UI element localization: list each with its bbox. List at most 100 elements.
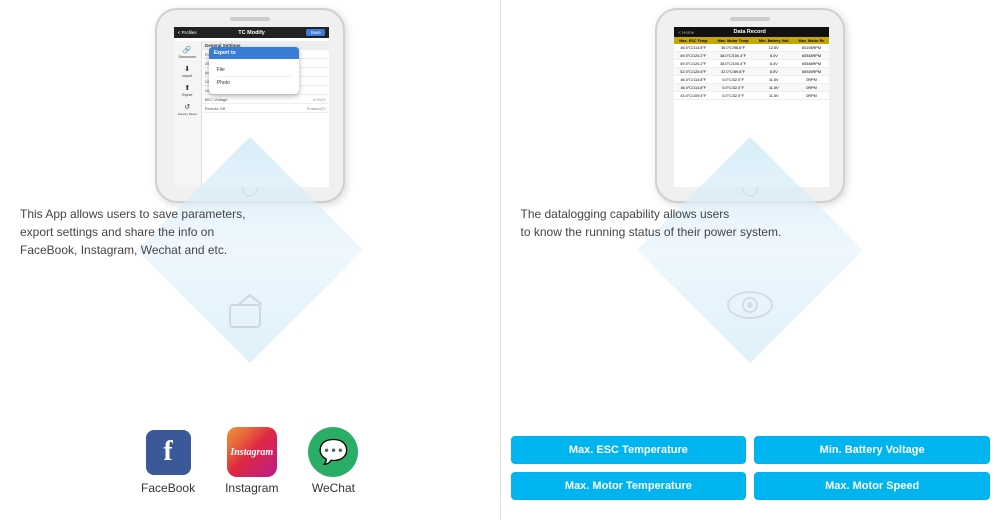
export-modal-title: Export to xyxy=(214,50,236,56)
right-description-text: The datalogging capability allows users … xyxy=(521,207,782,239)
table-cell: 65926RPM xyxy=(794,68,830,76)
right-description: The datalogging capability allows users … xyxy=(521,205,981,241)
table-row: 52.0°C/125.6°F32.0°C/89.6°F8.5V65926RPM xyxy=(674,68,829,76)
bec-voltage-value: 6.0V(*) xyxy=(313,97,325,102)
export-label: Export xyxy=(182,93,192,97)
sidebar-import[interactable]: ⬇ Import xyxy=(182,65,192,78)
wechat-icon: 💬 xyxy=(308,427,358,477)
facebook-icon-wrap: f xyxy=(143,427,193,477)
export-file-option[interactable]: File xyxy=(217,64,291,77)
table-cell: 8.5V xyxy=(754,68,794,76)
phone-side-button2 xyxy=(343,80,345,100)
table-cell: 0RPM xyxy=(794,92,830,100)
factory-reset-label: Factory Reset xyxy=(178,112,197,116)
table-cell: 8.4V xyxy=(754,60,794,68)
table-body: 46.0°C/114.8°F36.0°C/96.8°F12.6V60194RPM… xyxy=(674,44,829,100)
facebook-icon: f xyxy=(146,430,191,475)
esc-temperature-button[interactable]: Max. ESC Temperature xyxy=(511,436,747,464)
col-motor-temp: Max. Motor Temp xyxy=(712,37,753,44)
table-cell: 36.0°C/96.8°F xyxy=(712,44,753,52)
table-cell: 32.0°C/89.6°F xyxy=(712,68,753,76)
table-cell: 0RPM xyxy=(794,84,830,92)
instagram-label: Instagram xyxy=(225,481,278,495)
battery-voltage-button[interactable]: Min. Battery Voltage xyxy=(754,436,990,464)
remote-off-label: Remote Off xyxy=(205,106,225,111)
instagram-item[interactable]: Instagram Instagram xyxy=(225,427,278,495)
right-phone-side-button2 xyxy=(843,80,845,100)
disconnect-icon: 🔗 xyxy=(183,46,192,54)
motor-temperature-button[interactable]: Max. Motor Temperature xyxy=(511,472,747,500)
table-cell: 49.0°C/120.2°F xyxy=(674,52,712,60)
table-cell: 60194RPM xyxy=(794,44,830,52)
eye-icon xyxy=(723,285,778,325)
data-record-table: Max. ESC Temp Max. Motor Temp Min. Batte… xyxy=(674,37,829,100)
table-cell: 11.6V xyxy=(754,76,794,84)
table-cell: 38.0°C/100.4°F xyxy=(712,60,753,68)
export-photo-label: Photo xyxy=(217,80,230,86)
import-icon: ⬇ xyxy=(184,65,190,73)
table-cell: 0RPM xyxy=(794,76,830,84)
table-cell: 46.0°C/114.8°F xyxy=(674,76,712,84)
right-phone-speaker xyxy=(730,17,770,21)
save-button[interactable]: Save xyxy=(306,29,324,36)
sidebar-disconnect[interactable]: 🔗 Disconnect xyxy=(179,46,196,59)
left-panel: < Profiles TC Modify Save 🔗 Disconnect ⬇… xyxy=(0,0,500,520)
settings-row-remote: Remote Off Enabled(*) xyxy=(202,104,329,113)
phone-side-button xyxy=(343,60,345,80)
table-row: 49.0°C/120.2°F38.0°C/100.4°F8.4V60548RPM xyxy=(674,60,829,68)
table-cell: 60548RPM xyxy=(794,60,830,68)
left-description: This App allows users to save parameters… xyxy=(20,205,480,259)
wechat-label: WeChat xyxy=(312,481,355,495)
motor-speed-button[interactable]: Max. Motor Speed xyxy=(754,472,990,500)
sidebar-factory-reset[interactable]: ↺ Factory Reset xyxy=(178,103,197,116)
table-cell: 60548RPM xyxy=(794,52,830,60)
table-cell: 52.0°C/125.6°F xyxy=(674,68,712,76)
table-header-row: Max. ESC Temp Max. Motor Temp Min. Batte… xyxy=(674,37,829,44)
table-cell: 11.6V xyxy=(754,84,794,92)
col-battery-volt: Min. Battery Volt xyxy=(754,37,794,44)
import-label: Import xyxy=(182,74,192,78)
eye-icon-area xyxy=(723,285,778,330)
export-modal-header: Export to xyxy=(209,47,299,59)
remote-off-value: Enabled(*) xyxy=(307,106,326,111)
data-record-header: < Home Data Record xyxy=(674,27,829,37)
bec-voltage-label: BEC Voltage xyxy=(205,97,228,102)
table-cell: 0.0°C/32.0°F xyxy=(712,84,753,92)
wechat-icon-wrap: 💬 xyxy=(308,427,358,477)
export-modal-body: File Photo xyxy=(209,59,299,94)
data-buttons-grid: Max. ESC Temperature Min. Battery Voltag… xyxy=(511,436,991,500)
table-cell: 11.5V xyxy=(754,92,794,100)
table-cell: 49.0°C/120.2°F xyxy=(674,60,712,68)
data-record-back[interactable]: < Home xyxy=(678,30,694,35)
disconnect-label: Disconnect xyxy=(179,55,196,59)
col-esc-temp: Max. ESC Temp xyxy=(674,37,712,44)
table-cell: 46.0°C/114.8°F xyxy=(674,84,712,92)
table-row: 46.0°C/114.8°F0.0°C/32.0°F11.6V0RPM xyxy=(674,84,829,92)
table-cell: 0.0°C/32.0°F xyxy=(712,92,753,100)
table-row: 46.0°C/114.8°F0.0°C/32.0°F11.6V0RPM xyxy=(674,76,829,84)
facebook-item[interactable]: f FaceBook xyxy=(141,427,195,495)
settings-row-bec: BEC Voltage 6.0V(*) xyxy=(202,95,329,104)
table-cell: 46.0°C/114.8°F xyxy=(674,44,712,52)
data-record-title: Data Record xyxy=(733,29,765,35)
export-photo-option[interactable]: Photo xyxy=(217,77,291,89)
table-cell: 12.6V xyxy=(754,44,794,52)
table-row: 43.0°C/109.4°F0.0°C/32.0°F11.5V0RPM xyxy=(674,92,829,100)
facebook-label: FaceBook xyxy=(141,481,195,495)
table-row: 46.0°C/114.8°F36.0°C/96.8°F12.6V60194RPM xyxy=(674,44,829,52)
table-row: 49.0°C/120.2°F38.0°C/100.4°F8.4V60548RPM xyxy=(674,52,829,60)
export-modal: Export to File Photo xyxy=(209,47,299,94)
sidebar-export[interactable]: ⬆ Export xyxy=(182,84,192,97)
table-cell: 38.0°C/100.4°F xyxy=(712,52,753,60)
export-file-label: File xyxy=(217,67,225,73)
wechat-item[interactable]: 💬 WeChat xyxy=(308,427,358,495)
app-header: < Profiles TC Modify Save xyxy=(174,27,329,38)
export-icon: ⬆ xyxy=(184,84,190,92)
back-button[interactable]: < Profiles xyxy=(178,30,197,35)
table-cell: 43.0°C/109.4°F xyxy=(674,92,712,100)
right-phone-side-button xyxy=(843,60,845,80)
share-icon-area xyxy=(225,290,275,345)
share-icon xyxy=(225,290,275,340)
right-panel: < Home Data Record Max. ESC Temp Max. Mo… xyxy=(501,0,1000,520)
social-icons-row: f FaceBook Instagram Instagram 💬 WeChat xyxy=(0,427,500,495)
